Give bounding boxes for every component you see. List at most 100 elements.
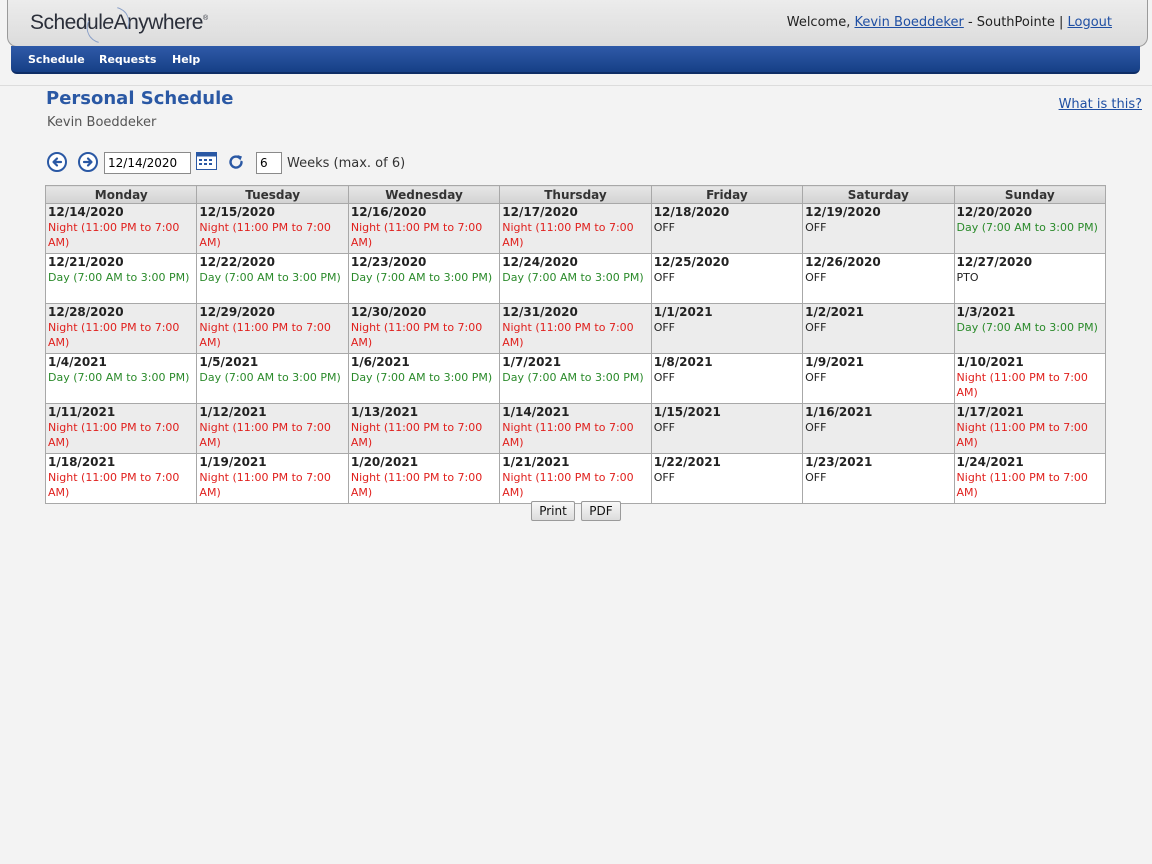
prev-week-button[interactable]	[47, 152, 67, 172]
schedule-day-cell[interactable]: 1/9/2021 OFF	[802, 353, 955, 404]
schedule-day-cell[interactable]: 1/1/2021 OFF	[650, 303, 804, 354]
schedule-day-cell[interactable]: 1/4/2021 Day (7:00 AM to 3:00 PM)	[44, 353, 198, 404]
logout-link[interactable]: Logout	[1067, 15, 1112, 30]
schedule-day-cell[interactable]: 1/16/2021 OFF	[802, 403, 955, 454]
schedule-day-cell[interactable]: 1/21/2021 Night (11:00 PM to 7:00 AM)	[499, 453, 652, 504]
start-date-input[interactable]	[104, 152, 191, 174]
cell-shift: Night (11:00 PM to 7:00 AM)	[502, 321, 634, 349]
schedule-day-cell[interactable]: 1/10/2021 Night (11:00 PM to 7:00 AM)	[953, 353, 1107, 404]
cell-date: 1/6/2021	[350, 355, 410, 369]
day-header: Wednesday	[347, 185, 501, 204]
user-profile-link[interactable]: Kevin Boeddeker	[854, 15, 963, 30]
schedule-day-cell[interactable]: 12/23/2020 Day (7:00 AM to 3:00 PM)	[347, 253, 501, 304]
nav-schedule[interactable]: Schedule	[28, 53, 85, 66]
day-header: Thursday	[499, 185, 652, 204]
schedule-day-cell[interactable]: 12/16/2020 Night (11:00 PM to 7:00 AM)	[347, 203, 501, 254]
schedule-day-cell[interactable]: 1/15/2021 OFF	[650, 403, 804, 454]
schedule-day-cell[interactable]: 1/14/2021 Night (11:00 PM to 7:00 AM)	[499, 403, 652, 454]
logo-text-part2: e	[80, 0, 136, 51]
schedule-day-cell[interactable]: 12/30/2020 Night (11:00 PM to 7:00 AM)	[347, 303, 501, 354]
header-divider	[0, 85, 1152, 86]
pdf-button[interactable]: PDF	[581, 501, 621, 521]
schedule-day-cell[interactable]: 1/3/2021 Day (7:00 AM to 3:00 PM)	[953, 303, 1107, 354]
schedule-day-cell[interactable]: 1/2/2021 OFF	[802, 303, 955, 354]
print-button[interactable]: Print	[531, 501, 575, 521]
schedule-day-cell[interactable]: 12/20/2020 Day (7:00 AM to 3:00 PM)	[953, 203, 1107, 254]
what-is-this-link[interactable]: What is this?	[1059, 97, 1142, 112]
cell-date: 1/2/2021	[805, 305, 864, 319]
refresh-icon[interactable]	[227, 153, 245, 171]
schedule-day-cell[interactable]: 12/17/2020 Night (11:00 PM to 7:00 AM)	[499, 203, 652, 254]
schedule-day-cell[interactable]: 12/29/2020 Night (11:00 PM to 7:00 AM)	[196, 303, 349, 354]
schedule-day-cell[interactable]: 12/14/2020 Night (11:00 PM to 7:00 AM)	[44, 203, 198, 254]
cell-shift: Night (11:00 PM to 7:00 AM)	[48, 321, 180, 349]
nav-help[interactable]: Help	[172, 53, 200, 66]
cell-shift: OFF	[805, 221, 827, 234]
schedule-day-cell[interactable]: 1/24/2021 Night (11:00 PM to 7:00 AM)	[953, 453, 1107, 504]
schedule-table: Monday Tuesday Wednesday Thursday Friday Satu…	[44, 185, 1107, 504]
cell-date: 1/19/2021	[199, 455, 267, 469]
next-week-button[interactable]	[78, 152, 98, 172]
cell-date: 1/24/2021	[956, 455, 1024, 469]
app-logo[interactable]: Schedul eAnywhere®	[30, 0, 208, 51]
schedule-day-cell[interactable]: 1/5/2021 Day (7:00 AM to 3:00 PM)	[196, 353, 349, 404]
schedule-day-cell[interactable]: 1/8/2021 OFF	[650, 353, 804, 404]
cell-shift: OFF	[653, 321, 675, 334]
nav-requests[interactable]: Requests	[99, 53, 156, 66]
cell-date: 1/21/2021	[502, 455, 570, 469]
employee-name: Kevin Boeddeker	[47, 115, 157, 130]
day-header: Tuesday	[196, 185, 349, 204]
cell-shift: Day (7:00 AM to 3:00 PM)	[48, 371, 190, 384]
cell-date: 1/4/2021	[48, 355, 107, 369]
cell-shift: Day (7:00 AM to 3:00 PM)	[502, 271, 644, 284]
schedule-day-cell[interactable]: 1/12/2021 Night (11:00 PM to 7:00 AM)	[196, 403, 349, 454]
schedule-day-cell[interactable]: 12/28/2020 Night (11:00 PM to 7:00 AM)	[44, 303, 198, 354]
schedule-day-cell[interactable]: 1/19/2021 Night (11:00 PM to 7:00 AM)	[196, 453, 349, 504]
cell-shift: OFF	[805, 471, 827, 484]
schedule-day-cell[interactable]: 12/31/2020 Night (11:00 PM to 7:00 AM)	[499, 303, 652, 354]
schedule-day-cell[interactable]: 1/7/2021 Day (7:00 AM to 3:00 PM)	[499, 353, 652, 404]
schedule-day-cell[interactable]: 12/27/2020 PTO	[953, 253, 1107, 304]
schedule-day-cell[interactable]: 1/13/2021 Night (11:00 PM to 7:00 AM)	[347, 403, 501, 454]
weeks-count-input[interactable]	[256, 152, 282, 174]
cell-shift: OFF	[653, 271, 675, 284]
cell-shift: Night (11:00 PM to 7:00 AM)	[350, 221, 483, 249]
schedule-day-cell[interactable]: 12/22/2020 Day (7:00 AM to 3:00 PM)	[196, 253, 349, 304]
schedule-week-row: 12/28/2020 Night (11:00 PM to 7:00 AM) 12/…	[44, 303, 1107, 354]
cell-shift: Day (7:00 AM to 3:00 PM)	[350, 271, 493, 284]
schedule-day-cell[interactable]: 12/15/2020 Night (11:00 PM to 7:00 AM)	[196, 203, 349, 254]
calendar-icon[interactable]	[196, 152, 217, 170]
cell-date: 12/31/2020	[502, 305, 578, 319]
schedule-day-cell[interactable]: 1/22/2021 OFF	[650, 453, 804, 504]
cell-shift: Night (11:00 PM to 7:00 AM)	[199, 471, 331, 499]
cell-date: 12/16/2020	[350, 205, 427, 219]
logo-trademark: ®	[202, 15, 208, 22]
schedule-day-cell[interactable]: 1/6/2021 Day (7:00 AM to 3:00 PM)	[347, 353, 501, 404]
cell-date: 12/26/2020	[805, 255, 881, 269]
cell-date: 1/8/2021	[653, 355, 713, 369]
cell-shift: Day (7:00 AM to 3:00 PM)	[199, 271, 341, 284]
schedule-week-row: 12/21/2020 Day (7:00 AM to 3:00 PM) 12/22/…	[44, 253, 1107, 304]
cell-date: 12/21/2020	[48, 255, 124, 269]
schedule-day-cell[interactable]: 1/18/2021 Night (11:00 PM to 7:00 AM)	[44, 453, 198, 504]
day-header: Saturday	[802, 185, 955, 204]
cell-date: 12/23/2020	[350, 255, 427, 269]
schedule-body: 12/14/2020 Night (11:00 PM to 7:00 AM) 12/…	[44, 203, 1107, 504]
cell-date: 1/15/2021	[653, 405, 721, 419]
schedule-day-cell[interactable]: 1/11/2021 Night (11:00 PM to 7:00 AM)	[44, 403, 198, 454]
cell-date: 1/9/2021	[805, 355, 864, 369]
cell-shift: OFF	[653, 371, 675, 384]
schedule-header-row: Monday Tuesday Wednesday Thursday Friday Satu…	[44, 185, 1107, 204]
cell-shift: Day (7:00 AM to 3:00 PM)	[199, 371, 341, 384]
schedule-week-row: 12/14/2020 Night (11:00 PM to 7:00 AM) 12/…	[44, 203, 1107, 254]
cell-date: 1/3/2021	[956, 305, 1016, 319]
schedule-day-cell[interactable]: 12/26/2020 OFF	[802, 253, 955, 304]
schedule-day-cell[interactable]: 12/18/2020 OFF	[650, 203, 804, 254]
schedule-day-cell[interactable]: 1/17/2021 Night (11:00 PM to 7:00 AM)	[953, 403, 1107, 454]
schedule-day-cell[interactable]: 12/25/2020 OFF	[650, 253, 804, 304]
schedule-day-cell[interactable]: 12/19/2020 OFF	[802, 203, 955, 254]
schedule-day-cell[interactable]: 1/23/2021 OFF	[802, 453, 955, 504]
schedule-day-cell[interactable]: 1/20/2021 Night (11:00 PM to 7:00 AM)	[347, 453, 501, 504]
schedule-day-cell[interactable]: 12/21/2020 Day (7:00 AM to 3:00 PM)	[44, 253, 198, 304]
schedule-day-cell[interactable]: 12/24/2020 Day (7:00 AM to 3:00 PM)	[499, 253, 652, 304]
